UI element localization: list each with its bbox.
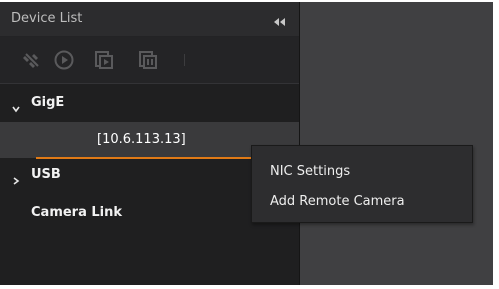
device-toolbar: [0, 37, 299, 84]
panel-header: Device List: [0, 2, 299, 37]
disconnect-icon[interactable]: [21, 49, 43, 71]
tree-item-label: GigE: [31, 95, 65, 110]
panel-title: Device List: [11, 11, 83, 26]
context-menu: NIC Settings Add Remote Camera: [251, 145, 473, 223]
chevron-down-icon[interactable]: [11, 99, 21, 113]
tree-item-label: Camera Link: [31, 205, 123, 220]
grab-stop-icon[interactable]: [137, 49, 159, 71]
collapse-panel-icon[interactable]: [273, 13, 287, 26]
menu-item-add-remote-camera[interactable]: Add Remote Camera: [252, 186, 472, 216]
grab-start-icon[interactable]: [93, 49, 115, 71]
window-right-edge: [493, 0, 499, 289]
chevron-right-icon[interactable]: [11, 171, 21, 185]
tree-item-label: USB: [31, 167, 61, 182]
menu-item-label: NIC Settings: [270, 164, 351, 179]
device-list-panel: Device List GigE [10.6.113.13] USB Camer…: [0, 2, 300, 285]
window-bottom-edge: [0, 285, 499, 289]
workspace-area: [300, 2, 493, 285]
toolbar-separator: [184, 54, 185, 66]
menu-item-label: Add Remote Camera: [270, 194, 405, 209]
device-ip-label: [10.6.113.13]: [97, 132, 186, 147]
menu-item-nic-settings[interactable]: NIC Settings: [252, 156, 472, 186]
tree-item-gige[interactable]: GigE: [0, 95, 299, 117]
play-icon[interactable]: [53, 49, 75, 71]
